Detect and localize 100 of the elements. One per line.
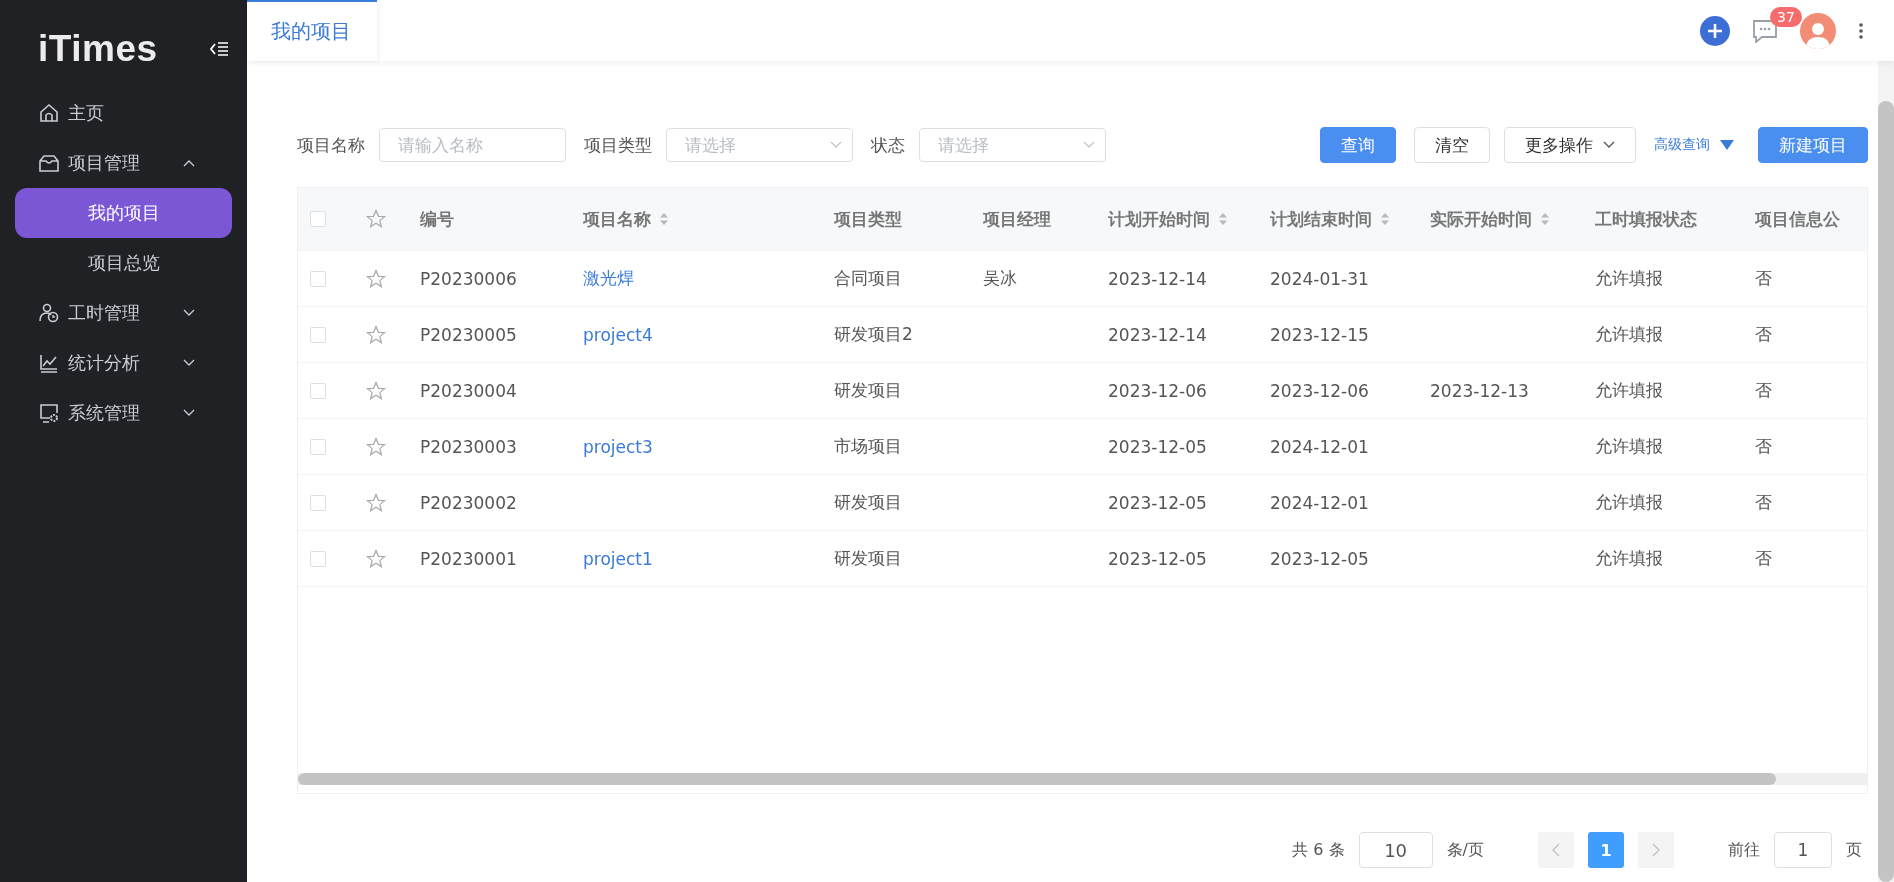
table-cell: 2023-12-05 (1108, 548, 1207, 569)
project-link[interactable]: 激光焊 (583, 267, 634, 290)
sidebar-item[interactable]: 项目管理 (0, 138, 247, 188)
row-checkbox[interactable] (310, 438, 326, 455)
table-cell: 研发项目2 (834, 323, 913, 346)
row-checkbox[interactable] (310, 382, 326, 399)
table-cell: P20230001 (420, 548, 517, 569)
table-cell: 否 (1755, 267, 1772, 290)
triangle-down-icon (1720, 140, 1734, 150)
table-cell: 2024-01-31 (1270, 268, 1369, 289)
page-button[interactable]: 1 (1588, 832, 1624, 868)
table-cell: 2024-12-01 (1270, 492, 1369, 513)
sidebar-item[interactable]: 统计分析 (0, 338, 247, 388)
table-cell: 否 (1755, 323, 1772, 346)
table-cell: P20230004 (420, 380, 517, 401)
table-cell: 否 (1755, 435, 1772, 458)
horizontal-scrollbar[interactable] (298, 773, 1776, 785)
project-link[interactable]: project1 (583, 548, 653, 569)
primary-button[interactable]: 查询 (1320, 127, 1396, 163)
table-cell: 2023-12-15 (1270, 324, 1369, 345)
table-cell: 2024-12-01 (1270, 436, 1369, 457)
row-checkbox[interactable] (310, 326, 326, 343)
goto-page-field[interactable]: 1 (1774, 832, 1832, 868)
table-cell: P20230005 (420, 324, 517, 345)
row-checkbox[interactable] (310, 494, 326, 511)
sort-icon[interactable] (1218, 212, 1228, 226)
table-cell: 2023-12-06 (1108, 380, 1207, 401)
table-cell: 吴冰 (983, 267, 1017, 290)
field-label: 项目名称 (297, 133, 365, 157)
sidebar-item[interactable]: 系统管理 (0, 388, 247, 438)
table-cell: 2023-12-05 (1270, 548, 1369, 569)
goto-label: 前往 (1728, 839, 1760, 861)
chevron-left-icon (1552, 843, 1560, 857)
next-page-button[interactable] (1638, 832, 1674, 868)
caret-icon (1603, 141, 1615, 149)
select-all-checkbox[interactable] (310, 211, 326, 227)
table-cell: 允许填报 (1595, 491, 1663, 514)
table-cell: 允许填报 (1595, 379, 1663, 402)
field-label: 项目类型 (584, 133, 652, 157)
previous-page-button[interactable] (1538, 832, 1574, 868)
table-cell: P20230006 (420, 268, 517, 289)
project-link[interactable]: project4 (583, 324, 653, 345)
caret-icon (830, 141, 842, 149)
table-cell: 允许填报 (1595, 435, 1663, 458)
page-tab[interactable]: 我的项目 (247, 0, 377, 61)
star-icon[interactable] (366, 436, 386, 457)
chat-icon[interactable] (1752, 18, 1778, 43)
chart-icon (38, 352, 60, 374)
vertical-scrollbar[interactable] (1878, 101, 1894, 882)
monitor-gear-icon (38, 402, 60, 424)
table-cell: 研发项目 (834, 379, 902, 402)
column-header: 计划开始时间 (1108, 207, 1210, 231)
add-button[interactable] (1700, 15, 1730, 46)
sidebar-item[interactable]: 主页 (0, 88, 247, 138)
star-icon[interactable] (366, 380, 386, 401)
primary-button[interactable]: 新建项目 (1758, 127, 1868, 163)
goto-unit: 页 (1846, 839, 1862, 861)
column-header: 项目名称 (583, 207, 651, 231)
sidebar-item[interactable]: 工时管理 (0, 288, 247, 338)
caret-icon (1083, 141, 1095, 149)
table-cell: 否 (1755, 491, 1772, 514)
table-cell: P20230003 (420, 436, 517, 457)
column-header: 项目类型 (834, 207, 902, 231)
table-cell: 2023-12-05 (1108, 436, 1207, 457)
clear-button[interactable]: 清空 (1414, 127, 1490, 163)
star-icon (366, 209, 386, 229)
collapse-menu-icon[interactable] (209, 41, 229, 57)
sidebar-subitem[interactable]: 项目总览 (15, 238, 232, 288)
dropdown-button[interactable]: 更多操作 (1504, 127, 1636, 163)
table-cell: 允许填报 (1595, 547, 1663, 570)
people-clock-icon (38, 302, 60, 324)
table-cell: 2023-12-13 (1430, 380, 1529, 401)
project-link[interactable]: project3 (583, 436, 653, 457)
table-cell: 否 (1755, 547, 1772, 570)
star-icon[interactable] (366, 268, 386, 289)
table-cell: 合同项目 (834, 267, 902, 290)
row-checkbox[interactable] (310, 270, 326, 287)
star-icon[interactable] (366, 324, 386, 345)
sort-icon[interactable] (1380, 212, 1390, 226)
message-count-badge: 37 (1770, 6, 1802, 27)
page-size-field[interactable]: 10 (1358, 832, 1433, 868)
star-icon[interactable] (366, 548, 386, 569)
table-cell: 市场项目 (834, 435, 902, 458)
table-cell: 研发项目 (834, 547, 902, 570)
column-header: 工时填报状态 (1595, 207, 1697, 231)
table-cell: 允许填报 (1595, 323, 1663, 346)
user-avatar[interactable] (1800, 12, 1836, 49)
sidebar-subitem[interactable]: 我的项目 (15, 188, 232, 238)
more-icon[interactable] (1858, 21, 1864, 40)
column-header: 项目经理 (983, 207, 1051, 231)
tray-icon (38, 152, 60, 174)
field-label: 状态 (871, 133, 905, 157)
home-icon (38, 102, 60, 124)
table-cell: 否 (1755, 379, 1772, 402)
sort-icon[interactable] (659, 212, 669, 226)
table-cell: 研发项目 (834, 491, 902, 514)
star-icon[interactable] (366, 492, 386, 513)
sort-icon[interactable] (1540, 212, 1550, 226)
chevron-right-icon (1652, 843, 1660, 857)
row-checkbox[interactable] (310, 550, 326, 567)
